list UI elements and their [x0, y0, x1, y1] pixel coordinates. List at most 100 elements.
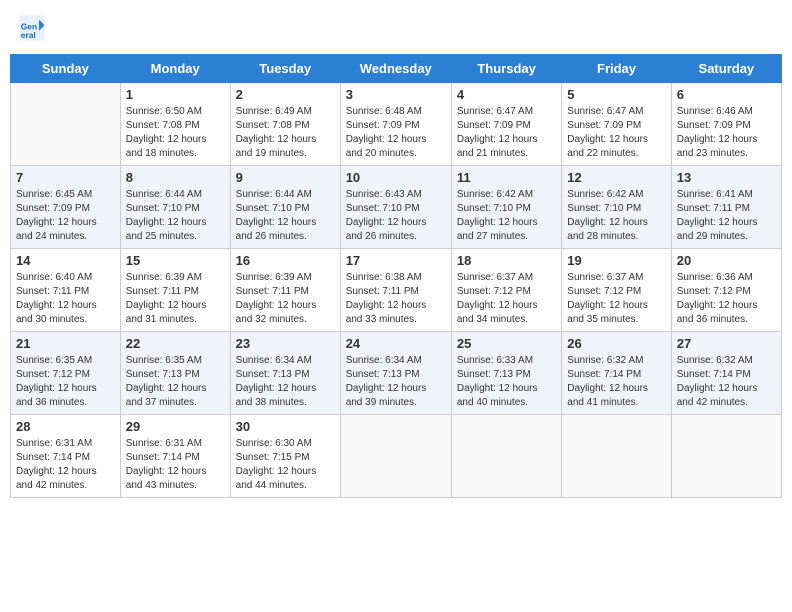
day-number: 25: [457, 336, 556, 351]
calendar-cell: 3 Sunrise: 6:48 AMSunset: 7:09 PMDaylight…: [340, 83, 451, 166]
day-number: 14: [16, 253, 115, 268]
calendar-cell: 5Sunrise: 6:47 AMSunset: 7:09 PMDaylight…: [562, 83, 671, 166]
calendar-cell: 1Sunrise: 6:50 AMSunset: 7:08 PMDaylight…: [120, 83, 230, 166]
cell-info: Sunrise: 6:31 AMSunset: 7:14 PMDaylight:…: [126, 437, 225, 493]
calendar-cell: 20 Sunrise: 6:36 AMSunset: 7:12 PMDayligh…: [671, 249, 781, 332]
calendar-cell: [11, 83, 121, 166]
cell-info: Sunrise: 6:47 AMSunset: 7:09 PMDaylight:…: [567, 105, 665, 161]
cell-info: Sunrise: 6:39 AMSunset: 7:11 PMDaylight:…: [126, 271, 225, 327]
cell-info: Sunrise: 6:30 AMSunset: 7:15 PMDaylight:…: [236, 437, 335, 493]
day-number: 4: [457, 87, 556, 102]
day-number: 26: [567, 336, 665, 351]
calendar-cell: 21 Sunrise: 6:35 AMSunset: 7:12 PMDayligh…: [11, 332, 121, 415]
day-number: 24: [346, 336, 446, 351]
cell-info: Sunrise: 6:49 AMSunset: 7:08 PMDaylight:…: [236, 105, 335, 161]
calendar-cell: 29Sunrise: 6:31 AMSunset: 7:14 PMDayligh…: [120, 415, 230, 498]
calendar-cell: 25 Sunrise: 6:33 AMSunset: 7:13 PMDayligh…: [451, 332, 561, 415]
calendar-cell: [451, 415, 561, 498]
cell-info: Sunrise: 6:37 AMSunset: 7:12 PMDaylight:…: [457, 271, 556, 327]
cell-info: Sunrise: 6:39 AMSunset: 7:11 PMDaylight:…: [236, 271, 335, 327]
cell-info: Sunrise: 6:34 AMSunset: 7:13 PMDaylight:…: [236, 354, 335, 410]
calendar-cell: 14Sunrise: 6:40 AMSunset: 7:11 PMDayligh…: [11, 249, 121, 332]
day-number: 12: [567, 170, 665, 185]
calendar-cell: 26 Sunrise: 6:32 AMSunset: 7:14 PMDayligh…: [562, 332, 671, 415]
day-number: 13: [677, 170, 776, 185]
calendar-cell: 23 Sunrise: 6:34 AMSunset: 7:13 PMDayligh…: [230, 332, 340, 415]
day-number: 9: [236, 170, 335, 185]
day-number: 6: [677, 87, 776, 102]
cell-info: Sunrise: 6:31 AMSunset: 7:14 PMDaylight:…: [16, 437, 115, 493]
day-number: 17: [346, 253, 446, 268]
calendar-cell: 9 Sunrise: 6:44 AMSunset: 7:10 PMDaylight…: [230, 166, 340, 249]
cell-info: Sunrise: 6:41 AMSunset: 7:11 PMDaylight:…: [677, 188, 776, 244]
day-number: 18: [457, 253, 556, 268]
day-number: 22: [126, 336, 225, 351]
day-number: 10: [346, 170, 446, 185]
header: Gen eral: [10, 10, 782, 46]
cell-info: Sunrise: 6:38 AMSunset: 7:11 PMDaylight:…: [346, 271, 446, 327]
day-number: 30: [236, 419, 335, 434]
week-row-3: 14Sunrise: 6:40 AMSunset: 7:11 PMDayligh…: [11, 249, 782, 332]
cell-info: Sunrise: 6:32 AMSunset: 7:14 PMDaylight:…: [567, 354, 665, 410]
day-number: 28: [16, 419, 115, 434]
cell-info: Sunrise: 6:33 AMSunset: 7:13 PMDaylight:…: [457, 354, 556, 410]
svg-text:eral: eral: [21, 30, 36, 40]
calendar-cell: 17 Sunrise: 6:38 AMSunset: 7:11 PMDayligh…: [340, 249, 451, 332]
calendar-cell: 11 Sunrise: 6:42 AMSunset: 7:10 PMDayligh…: [451, 166, 561, 249]
col-header-monday: Monday: [120, 55, 230, 83]
col-header-tuesday: Tuesday: [230, 55, 340, 83]
col-header-saturday: Saturday: [671, 55, 781, 83]
week-row-1: 1Sunrise: 6:50 AMSunset: 7:08 PMDaylight…: [11, 83, 782, 166]
week-row-4: 21 Sunrise: 6:35 AMSunset: 7:12 PMDayligh…: [11, 332, 782, 415]
week-row-2: 7 Sunrise: 6:45 AMSunset: 7:09 PMDaylight…: [11, 166, 782, 249]
calendar-cell: 13 Sunrise: 6:41 AMSunset: 7:11 PMDayligh…: [671, 166, 781, 249]
day-number: 8: [126, 170, 225, 185]
day-header-row: SundayMondayTuesdayWednesdayThursdayFrid…: [11, 55, 782, 83]
calendar-cell: 8 Sunrise: 6:44 AMSunset: 7:10 PMDaylight…: [120, 166, 230, 249]
calendar-cell: 28 Sunrise: 6:31 AMSunset: 7:14 PMDayligh…: [11, 415, 121, 498]
calendar-cell: 27 Sunrise: 6:32 AMSunset: 7:14 PMDayligh…: [671, 332, 781, 415]
calendar-table: SundayMondayTuesdayWednesdayThursdayFrid…: [10, 54, 782, 498]
col-header-thursday: Thursday: [451, 55, 561, 83]
cell-info: Sunrise: 6:37 AMSunset: 7:12 PMDaylight:…: [567, 271, 665, 327]
day-number: 16: [236, 253, 335, 268]
day-number: 11: [457, 170, 556, 185]
cell-info: Sunrise: 6:42 AMSunset: 7:10 PMDaylight:…: [457, 188, 556, 244]
day-number: 15: [126, 253, 225, 268]
calendar-cell: 24 Sunrise: 6:34 AMSunset: 7:13 PMDayligh…: [340, 332, 451, 415]
day-number: 21: [16, 336, 115, 351]
calendar-cell: 22Sunrise: 6:35 AMSunset: 7:13 PMDayligh…: [120, 332, 230, 415]
day-number: 23: [236, 336, 335, 351]
calendar-cell: [562, 415, 671, 498]
day-number: 1: [126, 87, 225, 102]
calendar-cell: 18 Sunrise: 6:37 AMSunset: 7:12 PMDayligh…: [451, 249, 561, 332]
day-number: 20: [677, 253, 776, 268]
day-number: 7: [16, 170, 115, 185]
calendar-cell: [671, 415, 781, 498]
calendar-cell: 6 Sunrise: 6:46 AMSunset: 7:09 PMDaylight…: [671, 83, 781, 166]
calendar-cell: 7 Sunrise: 6:45 AMSunset: 7:09 PMDaylight…: [11, 166, 121, 249]
cell-info: Sunrise: 6:34 AMSunset: 7:13 PMDaylight:…: [346, 354, 446, 410]
calendar-cell: 19Sunrise: 6:37 AMSunset: 7:12 PMDayligh…: [562, 249, 671, 332]
cell-info: Sunrise: 6:48 AMSunset: 7:09 PMDaylight:…: [346, 105, 446, 161]
cell-info: Sunrise: 6:46 AMSunset: 7:09 PMDaylight:…: [677, 105, 776, 161]
calendar-cell: [340, 415, 451, 498]
cell-info: Sunrise: 6:43 AMSunset: 7:10 PMDaylight:…: [346, 188, 446, 244]
cell-info: Sunrise: 6:44 AMSunset: 7:10 PMDaylight:…: [126, 188, 225, 244]
col-header-friday: Friday: [562, 55, 671, 83]
logo-icon: Gen eral: [18, 14, 46, 42]
cell-info: Sunrise: 6:44 AMSunset: 7:10 PMDaylight:…: [236, 188, 335, 244]
calendar-cell: 16 Sunrise: 6:39 AMSunset: 7:11 PMDayligh…: [230, 249, 340, 332]
cell-info: Sunrise: 6:36 AMSunset: 7:12 PMDaylight:…: [677, 271, 776, 327]
calendar-cell: 30 Sunrise: 6:30 AMSunset: 7:15 PMDayligh…: [230, 415, 340, 498]
calendar-cell: 4Sunrise: 6:47 AMSunset: 7:09 PMDaylight…: [451, 83, 561, 166]
cell-info: Sunrise: 6:35 AMSunset: 7:12 PMDaylight:…: [16, 354, 115, 410]
cell-info: Sunrise: 6:32 AMSunset: 7:14 PMDaylight:…: [677, 354, 776, 410]
logo: Gen eral: [18, 14, 50, 42]
col-header-wednesday: Wednesday: [340, 55, 451, 83]
day-number: 27: [677, 336, 776, 351]
calendar-cell: 2Sunrise: 6:49 AMSunset: 7:08 PMDaylight…: [230, 83, 340, 166]
day-number: 3: [346, 87, 446, 102]
calendar-cell: 12Sunrise: 6:42 AMSunset: 7:10 PMDayligh…: [562, 166, 671, 249]
cell-info: Sunrise: 6:45 AMSunset: 7:09 PMDaylight:…: [16, 188, 115, 244]
